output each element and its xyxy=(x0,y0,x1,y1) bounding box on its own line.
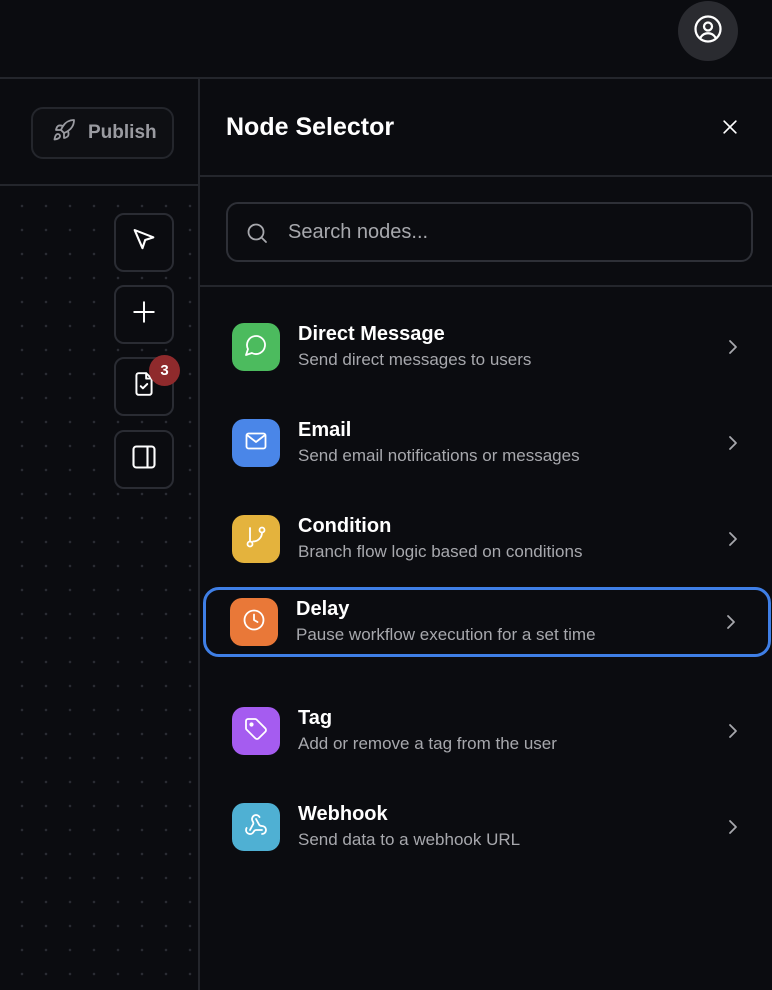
add-node-button[interactable] xyxy=(114,285,174,344)
panel-toggle-icon xyxy=(130,443,158,476)
search-input[interactable] xyxy=(288,204,738,260)
node-item-email[interactable]: Email Send email notifications or messag… xyxy=(205,408,770,478)
node-icon-tile xyxy=(230,598,278,646)
search-section xyxy=(200,179,772,287)
webhook-icon xyxy=(244,813,268,842)
chevron-right-icon xyxy=(725,434,741,452)
node-title: Delay xyxy=(296,598,350,620)
mail-icon xyxy=(244,429,268,458)
tasks-badge: 3 xyxy=(149,355,180,386)
node-title: Email xyxy=(298,419,352,441)
node-title: Tag xyxy=(298,707,333,729)
chevron-right-icon xyxy=(725,338,741,356)
publish-button[interactable]: Publish xyxy=(31,107,174,159)
node-description: Add or remove a tag from the user xyxy=(298,734,557,753)
chevron-right-icon xyxy=(725,722,741,740)
node-icon-tile xyxy=(232,419,280,467)
node-item-tag[interactable]: Tag Add or remove a tag from the user xyxy=(205,696,770,766)
user-menu-button[interactable] xyxy=(678,1,738,61)
canvas-header: Publish xyxy=(0,79,198,186)
node-description: Branch flow logic based on conditions xyxy=(298,542,583,561)
panel-header: Node Selector xyxy=(200,79,772,177)
node-item-delay[interactable]: Delay Pause workflow execution for a set… xyxy=(203,587,771,657)
user-circle-icon xyxy=(693,14,723,49)
pointer-tool-button[interactable] xyxy=(114,213,174,272)
workflow-canvas[interactable]: Publish 3 xyxy=(0,79,198,990)
panel-title: Node Selector xyxy=(226,113,395,141)
pointer-icon xyxy=(130,226,158,259)
node-icon-tile xyxy=(232,323,280,371)
node-item-direct-message[interactable]: Direct Message Send direct messages to u… xyxy=(205,312,770,382)
node-title: Condition xyxy=(298,515,392,537)
node-icon-tile xyxy=(232,515,280,563)
node-description: Send direct messages to users xyxy=(298,350,532,369)
node-selector-panel: Node Selector Search nodes... Direct Mes… xyxy=(198,79,772,990)
node-item-webhook[interactable]: Webhook Send data to a webhook URL xyxy=(205,792,770,862)
publish-label: Publish xyxy=(88,122,157,143)
search-box[interactable] xyxy=(226,202,753,262)
chevron-right-icon xyxy=(725,818,741,836)
tasks-button[interactable]: 3 xyxy=(114,355,180,416)
close-panel-button[interactable] xyxy=(716,115,744,143)
search-icon xyxy=(245,221,269,250)
node-description: Pause workflow execution for a set time xyxy=(296,625,596,644)
close-icon xyxy=(720,117,740,142)
node-icon-tile xyxy=(232,707,280,755)
tag-icon xyxy=(244,717,268,746)
chevron-right-icon xyxy=(723,613,739,631)
chat-bubble-icon xyxy=(244,333,268,362)
node-description: Send email notifications or messages xyxy=(298,446,580,465)
top-bar xyxy=(0,0,772,79)
node-title: Direct Message xyxy=(298,323,445,345)
plus-icon xyxy=(131,299,157,330)
git-branch-icon xyxy=(244,525,268,554)
node-title: Webhook xyxy=(298,803,388,825)
toggle-panel-button[interactable] xyxy=(114,430,174,489)
clock-icon xyxy=(242,608,266,637)
rocket-icon xyxy=(52,118,76,148)
chevron-right-icon xyxy=(725,530,741,548)
node-description: Send data to a webhook URL xyxy=(298,830,521,849)
node-item-condition[interactable]: Condition Branch flow logic based on con… xyxy=(205,504,770,574)
node-icon-tile xyxy=(232,803,280,851)
